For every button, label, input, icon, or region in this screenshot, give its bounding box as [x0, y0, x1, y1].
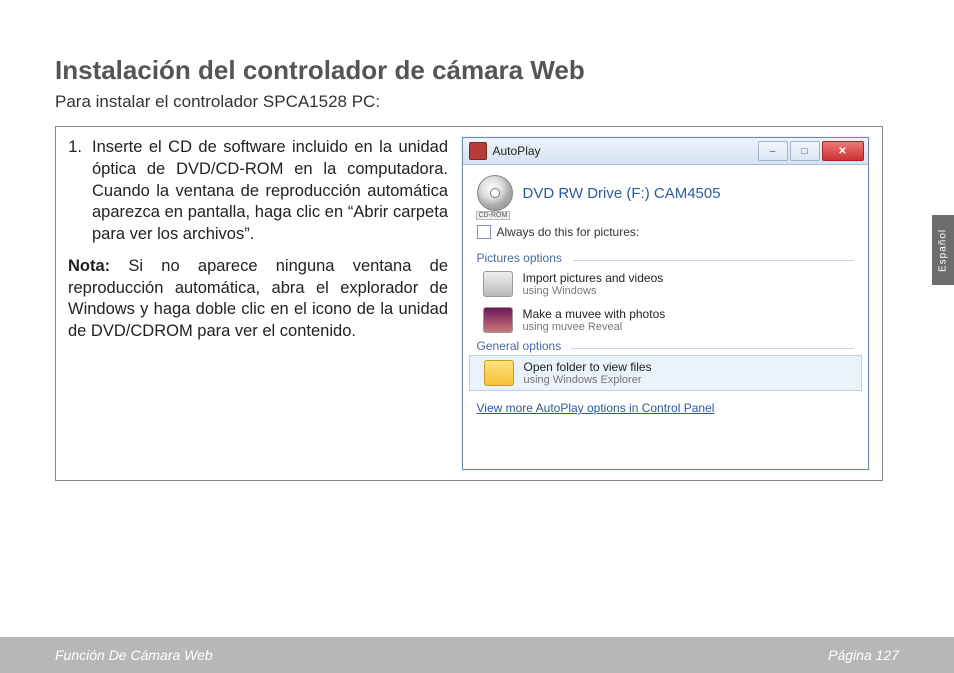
instruction-box: 1. Inserte el CD de software incluido en… — [55, 126, 883, 481]
window-title: AutoPlay — [493, 144, 758, 158]
autoplay-icon — [469, 142, 487, 160]
screenshot-column: AutoPlay – □ ✕ CD-ROM DVD RW Drive (F:) … — [460, 137, 870, 470]
option-text: Import pictures and videos using Windows — [523, 271, 664, 297]
close-button[interactable]: ✕ — [822, 141, 864, 161]
muvee-icon — [483, 307, 513, 333]
page-footer: Función De Cámara Web Página 127 — [0, 637, 954, 673]
option-title: Import pictures and videos — [523, 271, 664, 285]
minimize-button[interactable]: – — [758, 141, 788, 161]
autoplay-window: AutoPlay – □ ✕ CD-ROM DVD RW Drive (F:) … — [462, 137, 869, 470]
option-subtitle: using Windows — [523, 285, 664, 297]
step-text: Inserte el CD de software incluido en la… — [92, 137, 448, 246]
note-text: Si no aparece ninguna ventana de reprodu… — [68, 257, 448, 340]
checkbox-icon[interactable] — [477, 225, 491, 239]
page-title: Instalación del controlador de cámara We… — [55, 55, 899, 86]
cd-caption: CD-ROM — [476, 211, 511, 220]
divider-line — [571, 348, 854, 349]
option-make-muvee[interactable]: Make a muvee with photos using muvee Rev… — [469, 303, 862, 337]
document-page: Instalación del controlador de cámara We… — [0, 0, 954, 673]
option-title: Make a muvee with photos — [523, 307, 666, 321]
content-area: Instalación del controlador de cámara We… — [0, 0, 954, 481]
drive-label: DVD RW Drive (F:) CAM4505 — [523, 185, 721, 202]
pictures-options-header: Pictures options — [463, 251, 868, 265]
option-open-folder[interactable]: Open folder to view files using Windows … — [469, 355, 862, 391]
cd-icon: CD-ROM — [477, 175, 513, 211]
always-do-this-row[interactable]: Always do this for pictures: — [463, 219, 868, 249]
option-title: Open folder to view files — [524, 360, 652, 374]
maximize-button[interactable]: □ — [790, 141, 820, 161]
window-titlebar[interactable]: AutoPlay – □ ✕ — [463, 138, 868, 165]
instruction-text-column: 1. Inserte el CD de software incluido en… — [64, 137, 448, 470]
checkbox-label: Always do this for pictures: — [497, 225, 640, 239]
camera-icon — [483, 271, 513, 297]
option-import-pictures[interactable]: Import pictures and videos using Windows — [469, 267, 862, 301]
general-options-header: General options — [463, 339, 868, 353]
folder-icon — [484, 360, 514, 386]
note-block: Nota: Si no aparece ninguna ventana de r… — [68, 256, 448, 343]
pictures-options-label: Pictures options — [477, 251, 562, 265]
drive-row: CD-ROM DVD RW Drive (F:) CAM4505 — [463, 165, 868, 219]
option-text: Open folder to view files using Windows … — [524, 360, 652, 386]
option-subtitle: using muvee Reveal — [523, 321, 666, 333]
more-autoplay-link[interactable]: View more AutoPlay options in Control Pa… — [463, 393, 868, 427]
option-subtitle: using Windows Explorer — [524, 374, 652, 386]
footer-right: Página 127 — [828, 647, 899, 663]
step-1: 1. Inserte el CD de software incluido en… — [64, 137, 448, 246]
divider-line — [573, 260, 854, 261]
general-options-label: General options — [477, 339, 562, 353]
footer-left: Función De Cámara Web — [55, 647, 213, 663]
window-controls: – □ ✕ — [758, 141, 864, 161]
option-text: Make a muvee with photos using muvee Rev… — [523, 307, 666, 333]
note-label: Nota: — [68, 257, 110, 275]
page-subtitle: Para instalar el controlador SPCA1528 PC… — [55, 92, 899, 112]
step-number: 1. — [64, 137, 82, 246]
language-tab: Español — [932, 215, 954, 285]
